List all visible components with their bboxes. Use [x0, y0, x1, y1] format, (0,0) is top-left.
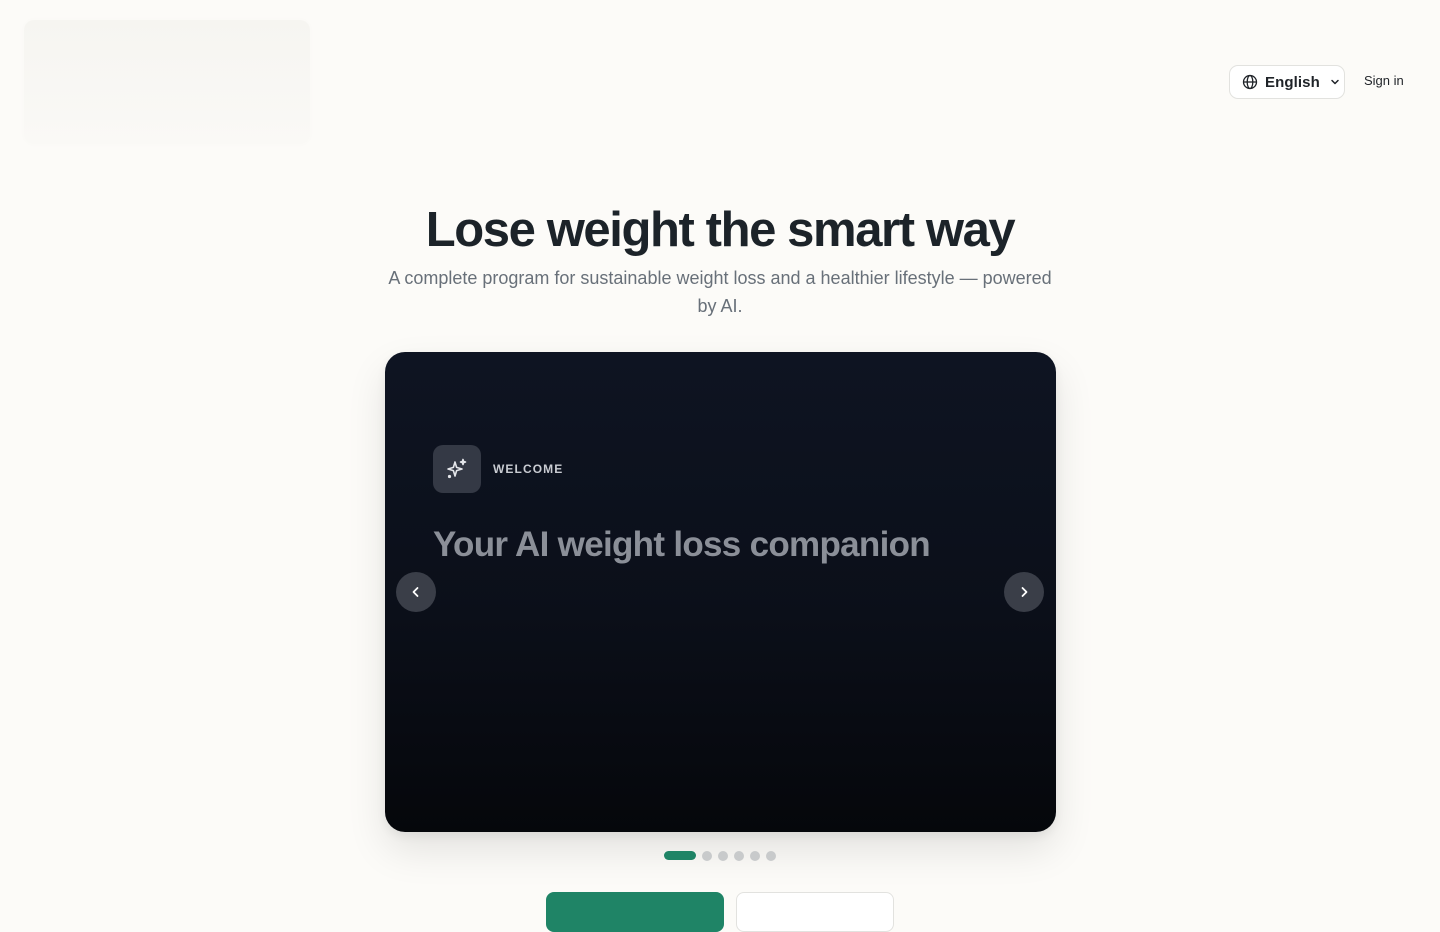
primary-cta-button[interactable]: [546, 892, 724, 932]
sign-in-link[interactable]: Sign in: [1364, 73, 1404, 88]
chevron-right-icon: [1017, 585, 1031, 599]
carousel-dot-5[interactable]: [750, 850, 760, 861]
carousel-dot-6[interactable]: [766, 850, 776, 861]
feature-carousel: WELCOME Your AI weight loss companion: [385, 352, 1056, 832]
slide-heading: Your AI weight loss companion: [433, 525, 931, 564]
sparkles-icon: [433, 445, 481, 493]
carousel-next-button[interactable]: [1004, 572, 1044, 612]
language-label: English: [1265, 73, 1320, 91]
slide-eyebrow: WELCOME: [493, 462, 564, 476]
carousel-dot-4[interactable]: [734, 850, 744, 861]
secondary-cta-button[interactable]: [736, 892, 894, 932]
carousel-dot-1[interactable]: [664, 851, 696, 860]
chevron-down-icon: [1329, 76, 1341, 88]
chevron-left-icon: [409, 585, 423, 599]
logo-placeholder: [24, 20, 310, 144]
hero-subtitle: A complete program for sustainable weigh…: [388, 268, 1052, 316]
language-selector[interactable]: English: [1229, 65, 1345, 99]
carousel-prev-button[interactable]: [396, 572, 436, 612]
globe-icon: [1242, 74, 1258, 90]
carousel-dot-3[interactable]: [718, 850, 728, 861]
carousel-pagination: [664, 850, 776, 861]
hero-title: Lose weight the smart way: [425, 203, 1016, 257]
carousel-dot-2[interactable]: [702, 850, 712, 861]
